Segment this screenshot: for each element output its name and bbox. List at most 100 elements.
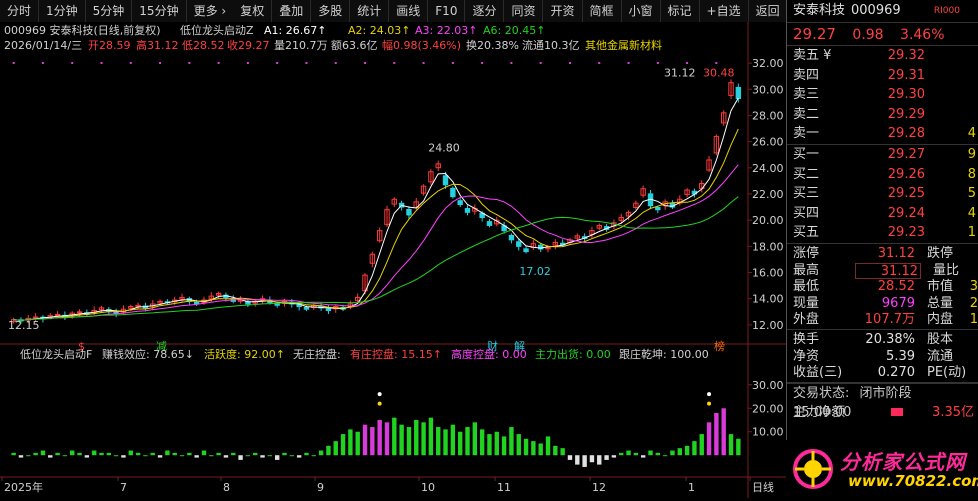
bar-sector: 其他金属新材料 [585, 38, 662, 52]
asks-row[interactable]: 卖三 29.30 [787, 85, 978, 105]
asks-price: 29.31 [887, 67, 925, 83]
asks-label: 卖一 [793, 126, 820, 142]
sub-bar [465, 427, 470, 456]
toolbar-btn-15[interactable]: 小窗 [622, 0, 661, 22]
bids-price: 29.23 [887, 225, 925, 241]
candle [113, 311, 119, 314]
sub-bar [113, 455, 119, 457]
sub-follow: 跟庄乾坤: 100.00 [619, 347, 709, 361]
sub-bar [516, 434, 521, 456]
sub-bar [106, 452, 112, 456]
toolbar-btn-8[interactable]: 统计 [350, 0, 390, 22]
marker-dot [100, 62, 103, 64]
toolbar-btn-17[interactable]: +自选 [700, 0, 749, 22]
toolbar-btn-4[interactable]: 更多 › [187, 0, 234, 22]
toolbar-btn-9[interactable]: 画线 [389, 0, 429, 22]
sub-bar [421, 422, 426, 456]
sub-bar [706, 422, 712, 456]
sub-bar [245, 455, 251, 457]
sub-bar [194, 455, 199, 458]
bids-row[interactable]: 买一 29.27 9 [787, 145, 978, 165]
toolbar-btn-3[interactable]: 15分钟 [132, 0, 187, 22]
bids-row[interactable]: 买三 29.25 5 [787, 184, 978, 204]
marker-dot [627, 62, 630, 64]
bids-label: 买三 [793, 186, 820, 202]
asks-row[interactable]: 卖五 ¥ 29.32 [787, 46, 978, 66]
chart-area[interactable]: 000969 安泰科技(日线,前复权) 低位龙头启动Z A1: 26.67↑ A2: … [0, 22, 786, 498]
toolbar-btn-10[interactable]: F10 [428, 0, 466, 22]
sub-bar [472, 422, 478, 456]
sub-bar [340, 434, 346, 456]
stat-value-2 [969, 246, 978, 263]
bids-price: 29.27 [887, 146, 925, 162]
y-tick-label: 12.00 [752, 319, 784, 332]
bids-row[interactable]: 买二 29.26 8 [787, 165, 978, 185]
main-force-label: 主力净额 [793, 404, 846, 420]
sub-bar [597, 455, 602, 465]
sub-bar [172, 452, 177, 456]
asks-row[interactable]: 卖一 29.28 4 [787, 124, 978, 144]
sub-bar [33, 452, 38, 456]
toolbar-btn-18[interactable]: 返回 [749, 0, 788, 22]
toolbar-btn-5[interactable]: 复权 [233, 0, 273, 22]
marker-dot [422, 62, 425, 64]
sub-bar [187, 452, 192, 456]
logo-text: 分析家公式网 [840, 450, 966, 474]
sub-bar [736, 438, 741, 456]
asks-label: 卖四 [793, 67, 820, 83]
sub-control: 有庄控盘: 15.15↑ [350, 347, 442, 361]
bar-high: 高31.12 [136, 38, 179, 52]
sub-bar [370, 427, 375, 456]
candle [325, 308, 332, 312]
stat-value-2: 3 [969, 279, 978, 295]
sub-bar [457, 431, 463, 456]
toolbar-btn-7[interactable]: 多股 [311, 0, 351, 22]
sub-bar [11, 452, 16, 456]
toolbar-btn-16[interactable]: 标记 [661, 0, 700, 22]
asks-volume: 4 [967, 126, 976, 142]
logo-icon [793, 449, 833, 489]
bids-price: 29.26 [887, 166, 925, 182]
bids-label: 买二 [793, 166, 820, 182]
asks-row[interactable]: 卖四 29.31 [787, 66, 978, 86]
sub-bar [450, 424, 456, 456]
bids-price: 29.24 [887, 205, 925, 221]
sub-bar [201, 450, 207, 456]
stat-label: 换手 [793, 331, 820, 347]
stat-label: 涨停 [793, 245, 820, 261]
marker-dot [41, 62, 44, 64]
trough-annotation: 17.02 [519, 265, 551, 278]
x-tick-label: 11 [497, 481, 511, 494]
sub-bar [531, 441, 536, 456]
chart-title: 000969 安泰科技(日线,前复权) [4, 23, 161, 37]
quote-panel: 安泰科技 000969 RI000 29.27 0.98 3.46% 卖五 ¥29… [786, 0, 978, 498]
sub-bar [62, 455, 68, 457]
sub-bar [165, 450, 170, 456]
toolbar-btn-1[interactable]: 1分钟 [39, 0, 86, 22]
sub-bar [318, 450, 324, 456]
toolbar-btn-12[interactable]: 同资 [504, 0, 544, 22]
bids-row[interactable]: 买四 29.24 4 [787, 204, 978, 224]
toolbar-btn-11[interactable]: 逐分 [465, 0, 505, 22]
marker-dot [686, 62, 689, 64]
asks-volume [925, 46, 978, 66]
bids-row[interactable]: 买五 29.23 1 [787, 223, 978, 243]
x-tick-label: 8 [223, 481, 230, 494]
y-tick-label: 14.00 [752, 293, 784, 306]
toolbar-btn-0[interactable]: 分时 [0, 0, 40, 22]
candle [508, 234, 515, 241]
toolbar-btn-6[interactable]: 叠加 [272, 0, 312, 22]
stat-label: 收益(三) [793, 365, 843, 381]
kline-chart[interactable]: 000969 安泰科技(日线,前复权) 低位龙头启动Z A1: 26.67↑ A2: … [0, 22, 786, 498]
candle [516, 241, 522, 247]
sub-bar [311, 455, 316, 457]
toolbar-btn-2[interactable]: 5分钟 [86, 0, 133, 22]
marker-dot [217, 62, 220, 64]
asks-row[interactable]: 卖二 29.29 [787, 105, 978, 125]
sub-bar [414, 420, 419, 456]
main-force-bar [891, 407, 903, 416]
toolbar-btn-14[interactable]: 简框 [583, 0, 622, 22]
candle [406, 208, 412, 216]
sub-bar [135, 452, 141, 456]
toolbar-btn-13[interactable]: 开资 [543, 0, 583, 22]
